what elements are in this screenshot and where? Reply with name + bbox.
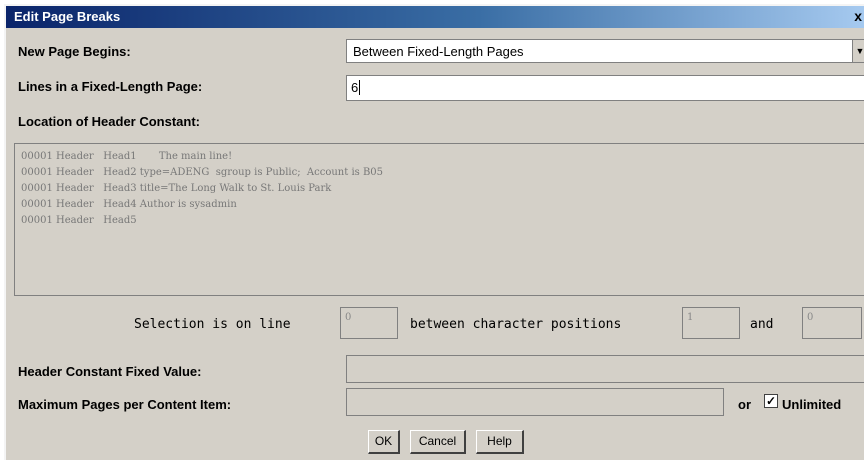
selection-line-field[interactable]: 0: [340, 307, 398, 339]
between-label: between character positions: [410, 317, 622, 332]
char-start-value: 1: [687, 312, 694, 323]
and-label: and: [750, 317, 774, 332]
header-line: 00001 Header Head3 title=The Long Walk t…: [21, 183, 332, 194]
lines-value: 6: [351, 80, 359, 95]
char-start-field[interactable]: 1: [682, 307, 740, 339]
header-line: 00001 Header Head1 The main line!: [21, 151, 233, 162]
window-title: Edit Page Breaks: [14, 9, 121, 24]
ok-button[interactable]: OK: [368, 430, 400, 454]
close-icon[interactable]: x: [854, 8, 862, 24]
max-pages-label: Maximum Pages per Content Item:: [18, 397, 232, 412]
char-end-value: 0: [807, 312, 814, 323]
selection-label: Selection is on line: [134, 317, 291, 332]
lines-input[interactable]: 6: [346, 75, 864, 101]
location-label: Location of Header Constant:: [18, 114, 201, 129]
header-line: 00001 Header Head2 type=ADENG sgroup is …: [21, 167, 384, 178]
unlimited-label: Unlimited: [782, 397, 842, 412]
help-button[interactable]: Help: [476, 430, 524, 454]
text-cursor: [359, 80, 361, 95]
header-constant-textarea[interactable]: 00001 Header Head1 The main line! 00001 H…: [14, 143, 864, 296]
new-page-value: Between Fixed-Length Pages: [353, 44, 524, 59]
header-line: 00001 Header Head4 Author is sysadmin: [21, 199, 237, 210]
edit-page-breaks-dialog: Edit Page Breaks x New Page Begins: Betw…: [4, 4, 864, 460]
title-bar: Edit Page Breaks x: [6, 6, 864, 28]
cancel-button[interactable]: Cancel: [410, 430, 466, 454]
or-label: or: [738, 397, 751, 412]
new-page-select[interactable]: Between Fixed-Length Pages ▼: [346, 39, 864, 63]
chevron-down-icon[interactable]: ▼: [852, 40, 864, 62]
selection-line-value: 0: [345, 312, 352, 323]
max-pages-input[interactable]: [346, 388, 724, 416]
unlimited-checkbox[interactable]: ✓: [764, 394, 778, 408]
new-page-label: New Page Begins:: [18, 44, 131, 59]
header-line: 00001 Header Head5: [21, 215, 137, 226]
fixed-value-label: Header Constant Fixed Value:: [18, 364, 202, 379]
fixed-value-input[interactable]: [346, 355, 864, 383]
char-end-field[interactable]: 0: [802, 307, 862, 339]
lines-label: Lines in a Fixed-Length Page:: [18, 79, 203, 94]
